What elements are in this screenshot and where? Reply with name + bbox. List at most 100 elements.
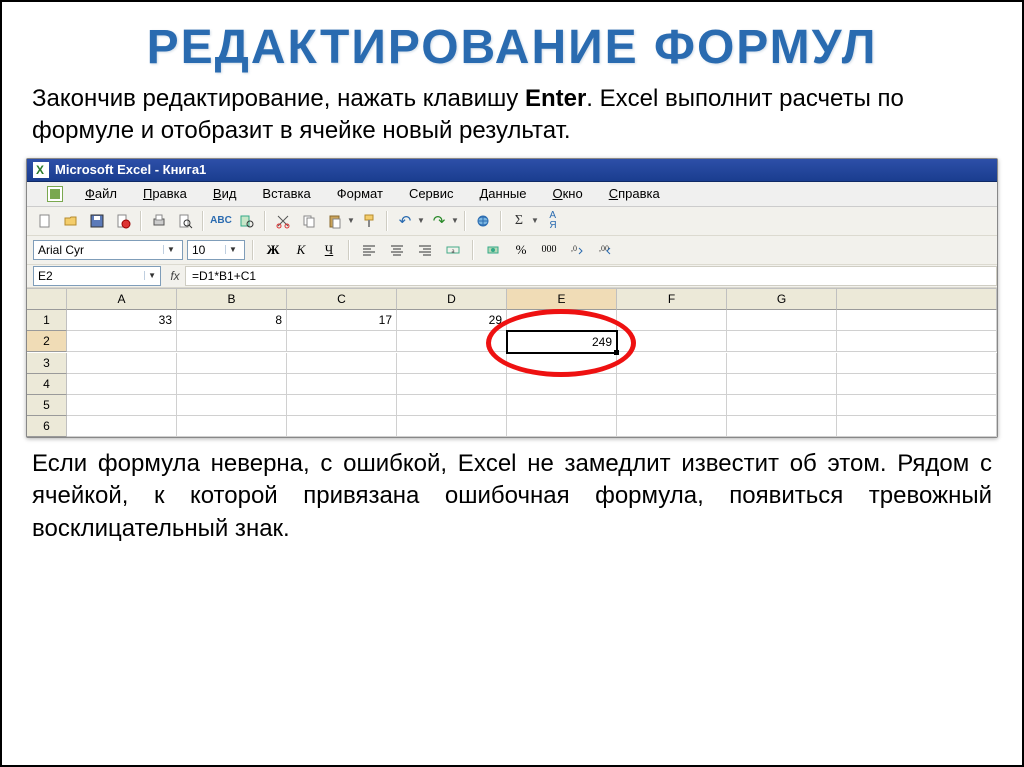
bold-button[interactable]: Ж <box>261 238 285 262</box>
cell[interactable] <box>177 331 287 352</box>
column-header[interactable]: B <box>177 289 287 310</box>
cell[interactable] <box>177 374 287 395</box>
cell[interactable] <box>67 395 177 416</box>
align-right-button[interactable] <box>413 238 437 262</box>
autosum-icon[interactable]: Σ <box>507 209 531 233</box>
fill-handle[interactable] <box>614 350 619 355</box>
menu-edit[interactable]: Правка <box>131 184 199 203</box>
menu-help[interactable]: Справка <box>597 184 672 203</box>
permissions-icon[interactable] <box>111 209 135 233</box>
row-header[interactable]: 6 <box>27 416 67 437</box>
menu-service[interactable]: Сервис <box>397 184 466 203</box>
font-size-combo[interactable]: 10 ▼ <box>187 240 245 260</box>
cell[interactable]: 8 <box>177 310 287 331</box>
cell[interactable] <box>727 331 837 352</box>
format-painter-icon[interactable] <box>357 209 381 233</box>
cell[interactable]: 17 <box>287 310 397 331</box>
cell[interactable] <box>617 374 727 395</box>
cell[interactable] <box>177 353 287 374</box>
cell[interactable] <box>617 395 727 416</box>
name-box[interactable]: E2 ▼ <box>33 266 161 286</box>
cell[interactable] <box>287 395 397 416</box>
cell[interactable] <box>287 374 397 395</box>
cell[interactable] <box>507 374 617 395</box>
cell[interactable] <box>617 353 727 374</box>
sort-asc-icon[interactable]: АЯ <box>541 209 565 233</box>
select-all-corner[interactable] <box>27 289 67 310</box>
cell[interactable] <box>397 395 507 416</box>
paste-icon[interactable] <box>323 209 347 233</box>
underline-button[interactable]: Ч <box>317 238 341 262</box>
cell[interactable] <box>67 331 177 352</box>
autosum-dropdown-icon[interactable]: ▼ <box>531 216 539 225</box>
merge-center-button[interactable]: a <box>441 238 465 262</box>
cell[interactable] <box>727 374 837 395</box>
cell[interactable] <box>507 353 617 374</box>
column-header[interactable]: A <box>67 289 177 310</box>
column-header[interactable]: F <box>617 289 727 310</box>
cell[interactable] <box>507 395 617 416</box>
menu-file[interactable]: Файл <box>73 184 129 203</box>
align-center-button[interactable] <box>385 238 409 262</box>
percent-button[interactable]: % <box>509 238 533 262</box>
preview-icon[interactable] <box>173 209 197 233</box>
cell[interactable] <box>727 353 837 374</box>
column-header[interactable]: E <box>507 289 617 310</box>
cell[interactable] <box>727 416 837 437</box>
row-header[interactable]: 5 <box>27 395 67 416</box>
row-header[interactable]: 3 <box>27 353 67 374</box>
menu-format[interactable]: Формат <box>325 184 395 203</box>
italic-button[interactable]: К <box>289 238 313 262</box>
cell[interactable] <box>507 416 617 437</box>
cell[interactable] <box>397 331 507 352</box>
comma-button[interactable]: 000 <box>537 238 561 262</box>
cell[interactable] <box>397 416 507 437</box>
cell[interactable] <box>617 331 727 352</box>
cell[interactable] <box>727 395 837 416</box>
menu-data[interactable]: Данные <box>467 184 538 203</box>
menu-view[interactable]: Вид <box>201 184 249 203</box>
undo-icon[interactable]: ↶ <box>393 209 417 233</box>
cell[interactable]: 33 <box>67 310 177 331</box>
cell[interactable] <box>727 310 837 331</box>
decrease-decimal-button[interactable]: ,00 <box>593 238 617 262</box>
cell[interactable]: 249 <box>506 330 618 354</box>
cell[interactable] <box>67 353 177 374</box>
cell[interactable] <box>287 353 397 374</box>
align-left-button[interactable] <box>357 238 381 262</box>
cell[interactable] <box>617 310 727 331</box>
research-icon[interactable] <box>235 209 259 233</box>
column-header[interactable]: D <box>397 289 507 310</box>
cell[interactable]: 29 <box>397 310 507 331</box>
redo-dropdown-icon[interactable]: ▼ <box>451 216 459 225</box>
currency-button[interactable] <box>481 238 505 262</box>
column-header[interactable]: G <box>727 289 837 310</box>
undo-dropdown-icon[interactable]: ▼ <box>417 216 425 225</box>
menu-insert[interactable]: Вставка <box>250 184 322 203</box>
font-name-combo[interactable]: Arial Cyr ▼ <box>33 240 183 260</box>
cell[interactable] <box>67 374 177 395</box>
paste-dropdown-icon[interactable]: ▼ <box>347 216 355 225</box>
increase-decimal-button[interactable]: ,0 <box>565 238 589 262</box>
row-header[interactable]: 4 <box>27 374 67 395</box>
row-header[interactable]: 1 <box>27 310 67 331</box>
cell[interactable] <box>287 416 397 437</box>
cell[interactable] <box>177 395 287 416</box>
cell[interactable] <box>397 374 507 395</box>
spreadsheet-grid[interactable]: ABCDEFG 13381729 2 249 3456 <box>27 288 997 437</box>
cell[interactable] <box>287 331 397 352</box>
cell[interactable] <box>67 416 177 437</box>
formula-field[interactable]: =D1*B1+C1 <box>185 266 997 286</box>
redo-icon[interactable]: ↷ <box>427 209 451 233</box>
print-icon[interactable] <box>147 209 171 233</box>
cell[interactable] <box>397 353 507 374</box>
open-icon[interactable] <box>59 209 83 233</box>
cell[interactable] <box>177 416 287 437</box>
row-header[interactable]: 2 <box>27 331 67 352</box>
menu-window[interactable]: Окно <box>540 184 594 203</box>
save-icon[interactable] <box>85 209 109 233</box>
hyperlink-icon[interactable] <box>471 209 495 233</box>
column-header[interactable]: C <box>287 289 397 310</box>
new-icon[interactable] <box>33 209 57 233</box>
cell[interactable] <box>507 310 617 331</box>
